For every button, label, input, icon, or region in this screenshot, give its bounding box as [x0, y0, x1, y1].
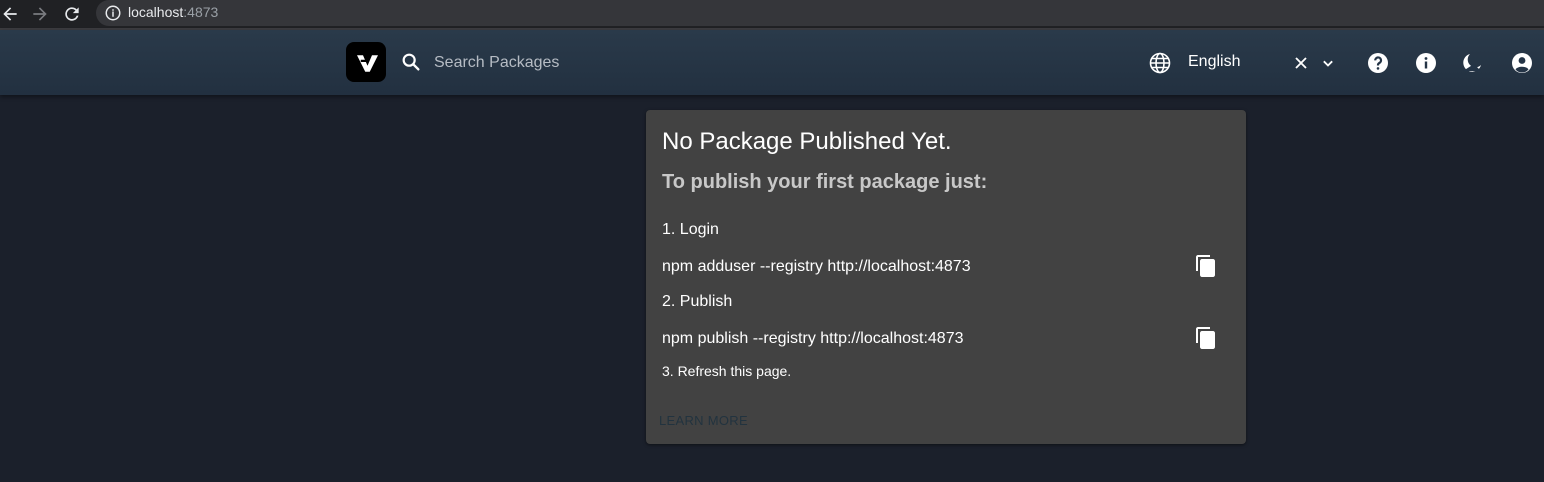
learn-more-button[interactable]: LEARN MORE — [659, 413, 748, 428]
url-port: :4873 — [183, 4, 219, 20]
card-title: No Package Published Yet. — [662, 128, 952, 155]
step-publish: 2. Publish — [662, 293, 733, 310]
globe-icon — [1148, 51, 1172, 75]
site-info-icon[interactable] — [104, 4, 122, 22]
chevron-down-icon[interactable] — [1318, 53, 1338, 73]
theme-toggle-icon[interactable] — [1460, 51, 1484, 75]
address-bar[interactable]: localhost:4873 — [96, 0, 1544, 26]
url-host: localhost — [128, 4, 184, 20]
search-icon — [400, 51, 422, 73]
copy-icon[interactable] — [1194, 254, 1218, 278]
search-input[interactable] — [432, 48, 736, 78]
step-refresh: 3. Refresh this page. — [662, 363, 792, 379]
forward-icon[interactable] — [30, 4, 50, 24]
publish-command: npm publish --registry http://localhost:… — [662, 330, 964, 347]
app-header: English — [0, 30, 1544, 95]
clear-language-icon[interactable] — [1291, 53, 1311, 73]
help-icon[interactable] — [1366, 51, 1390, 75]
copy-icon[interactable] — [1194, 326, 1218, 350]
step-login: 1. Login — [662, 221, 719, 238]
no-packages-card: No Package Published Yet. To publish you… — [646, 110, 1246, 444]
adduser-command: npm adduser --registry http://localhost:… — [662, 258, 971, 275]
card-subtitle: To publish your first package just: — [662, 171, 988, 193]
language-select-value[interactable]: English — [1188, 53, 1240, 71]
reload-icon[interactable] — [62, 4, 82, 24]
url-text: localhost:4873 — [128, 4, 218, 20]
browser-toolbar: localhost:4873 — [0, 0, 1544, 30]
back-icon[interactable] — [0, 4, 20, 24]
account-icon[interactable] — [1510, 51, 1534, 75]
verdaccio-logo[interactable] — [346, 42, 386, 82]
info-icon[interactable] — [1414, 51, 1438, 75]
